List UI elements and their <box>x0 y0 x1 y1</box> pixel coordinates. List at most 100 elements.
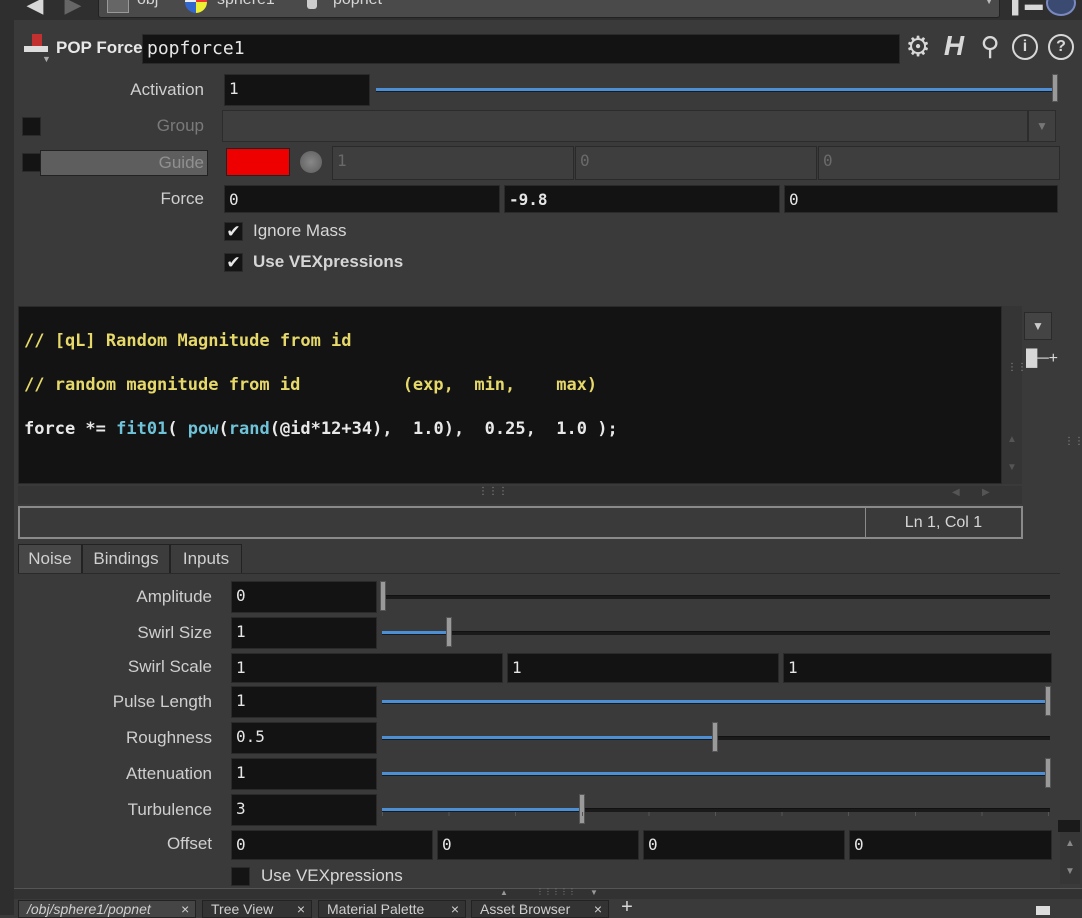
info-icon[interactable]: i <box>1012 34 1038 60</box>
amplitude-label: Amplitude <box>136 587 212 606</box>
bottom-splitter[interactable]: ▲ ⋮⋮⋮⋮⋮ ▼ <box>14 887 1082 899</box>
panel-splitter-grip[interactable]: ⋮⋮ <box>1064 436 1082 447</box>
guide-color-r[interactable]: 1 <box>332 146 574 180</box>
roughness-input[interactable]: 0.5 <box>231 722 377 754</box>
code-token-pow: pow <box>187 419 219 439</box>
turbulence-label: Turbulence <box>127 800 212 819</box>
activation-slider-handle[interactable] <box>1052 74 1058 102</box>
attenuation-slider-handle[interactable] <box>1045 758 1051 788</box>
swirl-size-slider-handle[interactable] <box>446 617 452 647</box>
add-spare-parm-icon[interactable]: █─+ <box>1026 350 1058 368</box>
swirl-scale-label: Swirl Scale <box>127 657 212 676</box>
crumb-obj[interactable]: obj <box>137 0 158 9</box>
turbulence-input[interactable]: 3 <box>231 794 377 826</box>
guide-color-swatch[interactable] <box>226 148 290 176</box>
offset-z-input[interactable]: 0 <box>643 830 845 860</box>
pulse-length-slider-handle[interactable] <box>1045 686 1051 716</box>
help-icon[interactable]: ? <box>1048 34 1074 60</box>
tab-bindings[interactable]: Bindings <box>82 544 170 574</box>
ignore-mass-checkbox[interactable]: ✔ <box>224 222 243 241</box>
ignore-mass-label: Ignore Mass <box>253 221 347 240</box>
scroll-down-icon[interactable]: ▼ <box>1007 462 1017 473</box>
chevron-down-icon[interactable]: ▼ <box>983 0 995 7</box>
pulse-length-input[interactable]: 1 <box>231 686 377 718</box>
swirl-size-label: Swirl Size <box>137 623 212 642</box>
force-z-input[interactable]: 0 <box>784 185 1058 213</box>
force-y-input[interactable]: -9.8 <box>504 185 780 213</box>
noise-use-vex-checkbox[interactable] <box>231 867 250 886</box>
scroll-left-icon[interactable]: ◀ <box>952 487 960 498</box>
forward-arrow-icon[interactable]: ▶ <box>58 0 88 17</box>
editor-horizontal-scrollbar[interactable]: ⋮⋮⋮ ◀ ▶ <box>18 486 1022 504</box>
bottom-tab-asset-browser[interactable]: Asset Browser × <box>471 900 609 918</box>
bottom-tab-network[interactable]: /obj/sphere1/popnet × <box>18 900 196 918</box>
use-vex-checkbox[interactable]: ✔ <box>224 253 243 272</box>
bottom-tab-material-palette[interactable]: Material Palette × <box>318 900 466 918</box>
crumb-sphere1[interactable]: sphere1 <box>217 0 275 9</box>
panel-scroll-thumb[interactable] <box>1058 820 1080 832</box>
node-name-input[interactable]: popforce1 <box>142 34 900 64</box>
back-arrow-icon[interactable]: ◀ <box>20 0 50 17</box>
amplitude-slider-handle[interactable] <box>380 581 386 611</box>
sphere-icon <box>185 0 207 13</box>
swirl-size-slider-fill <box>382 631 448 634</box>
gear-icon[interactable]: ⚙ <box>902 32 934 62</box>
vex-code-editor[interactable]: // [qL] Random Magnitude from id // rand… <box>18 306 1002 484</box>
offset-x-input[interactable]: 0 <box>231 830 433 860</box>
swirl-size-slider-track[interactable] <box>382 631 1050 635</box>
left-gutter <box>0 20 14 915</box>
editor-status-bar: Ln 1, Col 1 <box>18 506 1023 539</box>
offset-label: Offset <box>166 834 212 853</box>
group-input[interactable] <box>222 110 1028 142</box>
activation-input[interactable]: 1 <box>224 74 370 106</box>
node-type-icon[interactable]: ▼ <box>20 34 52 64</box>
turbulence-ticks <box>382 812 1050 816</box>
code-line-2: // random magnitude from id (exp, min, m… <box>24 375 598 395</box>
editor-menu-button[interactable]: ▼ <box>1024 312 1052 340</box>
scroll-right-icon[interactable]: ▶ <box>982 487 990 498</box>
tab-inputs[interactable]: Inputs <box>170 544 242 574</box>
group-enable-checkbox[interactable] <box>22 117 41 136</box>
maximize-icon[interactable] <box>1036 906 1050 915</box>
add-tab-icon[interactable]: + <box>616 897 638 917</box>
crumb-popnet[interactable]: popnet <box>333 0 382 9</box>
tab-noise[interactable]: Noise <box>18 544 82 574</box>
offset-y-input[interactable]: 0 <box>437 830 639 860</box>
pin-icon[interactable]: ▌▬ <box>1012 0 1043 15</box>
roughness-label: Roughness <box>125 728 212 747</box>
editor-vertical-scrollbar[interactable]: ⋮⋮ ▲ ▼ <box>1002 306 1027 484</box>
code-token: ( <box>167 419 188 439</box>
path-bar[interactable]: obj sphere1 popnet ▼ <box>98 0 1000 18</box>
turbulence-slider-fill <box>382 808 581 811</box>
panel-scroll-down-icon[interactable]: ▼ <box>1065 866 1075 877</box>
search-icon[interactable]: ⚲ <box>974 31 1006 62</box>
force-x-input[interactable]: 0 <box>224 185 500 213</box>
splitter-up-icon[interactable]: ▲ <box>500 888 508 897</box>
guide-color-b[interactable]: 0 <box>818 146 1060 180</box>
guide-label: Guide <box>158 153 204 172</box>
roughness-slider-handle[interactable] <box>712 722 718 752</box>
attenuation-input[interactable]: 1 <box>231 758 377 790</box>
roughness-slider-fill <box>382 736 714 739</box>
swirl-scale-z-input[interactable]: 1 <box>783 653 1052 683</box>
code-token: force *= <box>24 419 117 439</box>
swirl-scale-y-input[interactable]: 1 <box>507 653 779 683</box>
guide-enable-checkbox[interactable] <box>22 153 41 172</box>
group-label: Group <box>156 116 204 135</box>
group-menu-button[interactable]: ▼ <box>1028 110 1056 142</box>
swirl-scale-x-input[interactable]: 1 <box>231 653 503 683</box>
panel-scroll-up-icon[interactable]: ▲ <box>1065 838 1075 849</box>
offset-w-input[interactable]: 0 <box>849 830 1052 860</box>
amplitude-input[interactable]: 0 <box>231 581 377 613</box>
code-line-3: force *= fit01( pow(rand(@id*12+34), 1.0… <box>24 418 1001 440</box>
color-wheel-icon[interactable] <box>300 151 322 173</box>
bottom-tab-tree-view[interactable]: Tree View × <box>202 900 312 918</box>
guide-color-g[interactable]: 0 <box>575 146 817 180</box>
houdini-help-icon[interactable]: H <box>938 30 970 62</box>
turbulence-slider-handle[interactable] <box>579 794 585 824</box>
node-type-label: POP Force <box>56 38 143 57</box>
scroll-up-icon[interactable]: ▲ <box>1007 434 1017 445</box>
amplitude-slider-track[interactable] <box>382 595 1050 599</box>
splitter-down-icon[interactable]: ▼ <box>590 888 598 897</box>
swirl-size-input[interactable]: 1 <box>231 617 377 649</box>
